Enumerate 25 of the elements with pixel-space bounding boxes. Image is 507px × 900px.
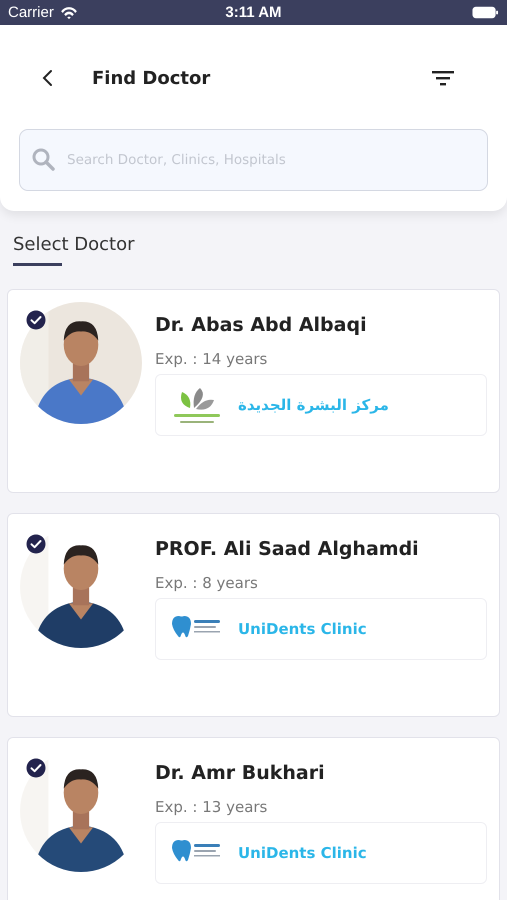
- tab-underline: [13, 263, 62, 266]
- check-icon[interactable]: [26, 534, 46, 554]
- wifi-icon: [60, 6, 78, 20]
- filter-icon: [432, 70, 454, 86]
- doctor-name: Dr. Abas Abd Albaqi: [155, 314, 368, 336]
- section-title: Select Doctor: [13, 234, 134, 255]
- clinic-name: UniDents Clinic: [238, 844, 367, 862]
- filter-button[interactable]: [430, 68, 456, 88]
- doctor-card[interactable]: Dr. Amr Bukhari Exp. : 13 years UniDents Clinic: [7, 737, 500, 900]
- check-icon[interactable]: [26, 310, 46, 330]
- experience-text: Exp. : 13 years: [155, 798, 268, 816]
- doctor-name: Dr. Amr Bukhari: [155, 762, 326, 784]
- check-icon[interactable]: [26, 758, 46, 778]
- clinic-name: مركز البشرة الجديدة: [238, 396, 389, 414]
- battery-icon: [472, 6, 499, 19]
- carrier-label: Carrier: [8, 4, 54, 21]
- page-title: Find Doctor: [92, 68, 212, 88]
- experience-text: Exp. : 8 years: [155, 574, 259, 592]
- experience-text: Exp. : 14 years: [155, 350, 268, 368]
- doctor-name: PROF. Ali Saad Alghamdi: [155, 538, 420, 560]
- back-icon: [42, 69, 52, 87]
- doctor-card[interactable]: PROF. Ali Saad Alghamdi Exp. : 8 years UniDents Clinic: [7, 513, 500, 717]
- back-button[interactable]: [40, 67, 54, 89]
- status-time: 3:11 AM: [225, 4, 282, 21]
- clinic-name: UniDents Clinic: [238, 620, 367, 638]
